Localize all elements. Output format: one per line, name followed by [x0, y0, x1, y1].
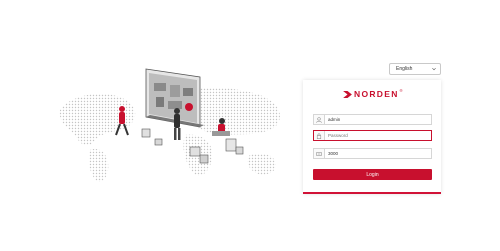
lock-icon — [314, 131, 325, 140]
language-select-value: English — [396, 66, 413, 72]
language-select[interactable]: English — [389, 63, 441, 75]
captcha-icon — [314, 149, 325, 158]
brand-name: NORDEN — [354, 89, 399, 99]
login-button[interactable]: Login — [313, 169, 432, 180]
password-input[interactable] — [325, 131, 425, 140]
brand-logo: NORDEN ® — [343, 88, 403, 100]
captcha-input[interactable] — [325, 149, 425, 158]
brand-arrow-icon — [343, 90, 352, 98]
captcha-field[interactable] — [313, 148, 432, 159]
login-page: English NORDEN ® admin 3000 Login — [0, 0, 500, 251]
password-field[interactable] — [313, 130, 432, 141]
card-accent-bar — [303, 192, 441, 194]
chevron-down-icon — [432, 67, 436, 71]
username-field[interactable] — [313, 114, 432, 125]
hero-illustration — [59, 68, 280, 182]
user-icon — [314, 115, 325, 124]
username-input[interactable] — [325, 115, 425, 124]
login-card: NORDEN ® Login — [303, 80, 441, 194]
registered-mark: ® — [399, 87, 403, 93]
